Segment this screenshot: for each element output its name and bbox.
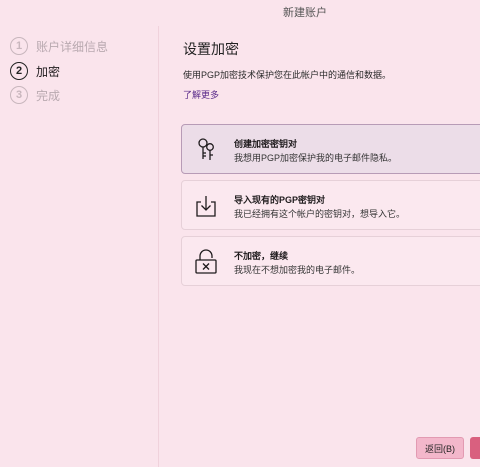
window-title: 新建账户 [283,7,327,19]
option-import-keypair[interactable]: 导入现有的PGP密钥对 我已经拥有这个帐户的密钥对，想导入它。 [181,180,480,230]
option-title: 创建加密密钥对 [234,139,298,149]
keys-icon [198,138,214,160]
option-subtitle: 我已经拥有这个帐户的密钥对，想导入它。 [234,209,406,219]
back-button[interactable]: 返回(B) [416,437,464,459]
option-subtitle: 我想用PGP加密保护我的电子邮件隐私。 [234,153,398,163]
next-button[interactable] [470,437,480,459]
page-description: 使用PGP加密技术保护您在此帐户中的通信和数据。 [183,70,392,80]
option-subtitle: 我现在不想加密我的电子邮件。 [234,265,361,275]
page-title: 设置加密 [183,41,239,57]
option-title: 不加密，继续 [234,251,289,261]
step-number: 1 [10,37,28,55]
step-label: 完成 [36,88,61,103]
step-complete: 3 完成 [10,85,60,105]
step-number: 2 [10,62,28,80]
step-label: 账户详细信息 [36,39,109,54]
option-title: 导入现有的PGP密钥对 [234,195,326,205]
learn-more-link[interactable]: 了解更多 [183,88,219,101]
steps-sidebar: 1 账户详细信息 2 加密 3 完成 [0,26,159,467]
step-encryption: 2 加密 [10,61,60,81]
option-create-keypair[interactable]: 创建加密密钥对 我想用PGP加密保护我的电子邮件隐私。 [181,124,480,174]
step-account-details: 1 账户详细信息 [10,36,108,56]
step-label: 加密 [36,64,61,79]
option-no-encryption[interactable]: 不加密，继续 我现在不想加密我的电子邮件。 [181,236,480,286]
step-number: 3 [10,86,28,104]
import-icon [196,196,216,217]
unlocked-icon [195,249,217,274]
